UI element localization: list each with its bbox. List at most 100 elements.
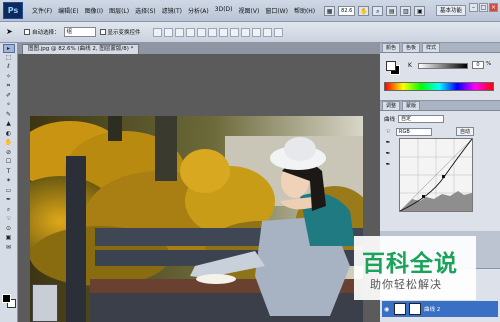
zoom-tool-icon[interactable]: ⌕ — [372, 5, 384, 16]
menu-item-6[interactable]: 分析(A) — [185, 6, 212, 15]
tool-18-icon[interactable]: ☜ — [3, 215, 15, 224]
distribute-bottom-icon[interactable] — [240, 27, 250, 37]
k-percent-label: % — [486, 61, 492, 67]
tool-10-icon[interactable]: ✋ — [3, 139, 15, 148]
hand-tool-icon[interactable]: ✋ — [358, 5, 370, 16]
align-bottom-icon[interactable] — [174, 27, 184, 37]
arrange-documents-icon[interactable]: ▥ — [400, 5, 412, 16]
layer-name[interactable]: 曲线 2 — [424, 305, 440, 313]
tool-16-icon[interactable]: ✒ — [3, 196, 15, 205]
move-tool-icon[interactable]: ➤ — [6, 26, 20, 38]
color-panel-tab-1[interactable]: 色板 — [402, 43, 421, 52]
tools-panel: ▸ ⬚ ℓ ✧ ⌗ ✐ ⚬ ✎ ▲ ◐ ✋ ⊘ ☐ T ✶ ▭ ✒ ⌕ ☜ ⊙ ▣ ✉ — [0, 43, 18, 322]
distribute-center-icon[interactable] — [262, 27, 272, 37]
document-tab-strip: 图图.jpg @ 82.6% (曲线 2, 图层蒙版/8) * — [18, 43, 380, 54]
channel-dropdown[interactable]: RGB — [396, 128, 432, 136]
tool-5-icon[interactable]: ✐ — [3, 92, 15, 101]
color-panel-tab-0[interactable]: 颜色 — [382, 43, 401, 52]
tool-9-icon[interactable]: ◐ — [3, 130, 15, 139]
watermark-title: 百科全说 — [362, 251, 458, 277]
screen-mode-icon[interactable]: ▣ — [414, 5, 426, 16]
adjustments-tab-1[interactable]: 蒙版 — [402, 101, 421, 110]
tool-8-icon[interactable]: ▲ — [3, 120, 15, 129]
tool-15-icon[interactable]: ▭ — [3, 187, 15, 196]
tool-13-icon[interactable]: T — [3, 168, 15, 177]
curves-preset-row: 曲线 自定 — [384, 115, 445, 123]
curves-preset-dropdown[interactable]: 自定 — [398, 115, 445, 123]
distribute-top-icon[interactable] — [218, 27, 228, 37]
adjustments-tab-0[interactable]: 调整 — [382, 101, 401, 110]
curves-tool-icons: ☜ ✒ ✒ ✒ — [384, 128, 394, 172]
tool-11-icon[interactable]: ⊘ — [3, 149, 15, 158]
eyedropper-white-icon[interactable]: ✒ — [384, 161, 392, 169]
tool-0-icon[interactable]: ▸ — [2, 44, 15, 53]
menu-item-7[interactable]: 3D(D) — [212, 6, 236, 15]
layer-mask-thumbnail[interactable] — [409, 303, 421, 315]
tool-20-icon[interactable]: ▣ — [3, 234, 15, 243]
align-buttons — [152, 27, 283, 37]
align-right-icon[interactable] — [207, 27, 217, 37]
distribute-middle-icon[interactable] — [229, 27, 239, 37]
distribute-right-icon[interactable] — [273, 27, 283, 37]
tool-19-icon[interactable]: ⊙ — [3, 225, 15, 234]
tool-6-icon[interactable]: ⚬ — [3, 101, 15, 110]
workspace-switcher[interactable]: 基本功能 — [435, 5, 466, 16]
tool-2-icon[interactable]: ℓ — [3, 63, 15, 72]
grid-icon[interactable]: ▤ — [386, 5, 398, 16]
zoom-level-field[interactable]: 82.6 — [338, 5, 356, 16]
menu-item-2[interactable]: 图像(I) — [82, 6, 106, 15]
k-channel-label: K — [408, 62, 412, 69]
menu-item-10[interactable]: 帮助(H) — [291, 6, 318, 15]
menu-item-1[interactable]: 编辑(E) — [55, 6, 81, 15]
align-left-icon[interactable] — [185, 27, 195, 37]
tool-7-icon[interactable]: ✎ — [3, 111, 15, 120]
align-top-icon[interactable] — [152, 27, 162, 37]
eyedropper-gray-icon[interactable]: ✒ — [384, 150, 392, 158]
menu-item-5[interactable]: 滤镜(T) — [159, 6, 185, 15]
auto-select-dropdown[interactable]: 组 — [63, 27, 96, 37]
auto-select-checkbox[interactable]: 自动选择： — [24, 28, 60, 36]
tool-3-icon[interactable]: ✧ — [3, 73, 15, 82]
distribute-left-icon[interactable] — [251, 27, 261, 37]
hand-adjust-icon[interactable]: ☜ — [384, 128, 392, 136]
menu-item-9[interactable]: 窗口(W) — [262, 6, 291, 15]
document-tab[interactable]: 图图.jpg @ 82.6% (曲线 2, 图层蒙版/8) * — [22, 44, 140, 54]
tool-12-icon[interactable]: ☐ — [3, 158, 15, 167]
menu-item-0[interactable]: 文件(F) — [29, 6, 55, 15]
foreground-color-swatch[interactable] — [2, 294, 11, 303]
color-panel-foreground-swatch[interactable] — [386, 61, 396, 71]
close-button[interactable]: × — [489, 3, 498, 12]
curves-graph[interactable] — [399, 138, 473, 212]
align-middle-icon[interactable] — [163, 27, 173, 37]
menu-item-3[interactable]: 图层(L) — [106, 6, 132, 15]
tool-21-icon[interactable]: ✉ — [3, 244, 15, 253]
auto-select-label: 自动选择： — [32, 30, 60, 36]
tool-14-icon[interactable]: ✶ — [3, 177, 15, 186]
layer-row-curves[interactable]: ◉ 曲线 2 — [382, 301, 498, 317]
eye-icon[interactable]: ◉ — [384, 306, 391, 313]
adjustments-panel: 调整 蒙版 曲线 自定 ☜ ✒ ✒ ✒ RGB 自动 — [380, 101, 500, 231]
k-value-field[interactable]: 0 — [472, 61, 484, 69]
tool-1-icon[interactable]: ⬚ — [3, 54, 15, 63]
color-panel-tab-2[interactable]: 样式 — [422, 43, 441, 52]
auto-button[interactable]: 自动 — [456, 127, 474, 136]
color-swatches[interactable] — [2, 294, 16, 308]
tool-4-icon[interactable]: ⌗ — [3, 82, 15, 91]
maximize-button[interactable]: □ — [479, 3, 488, 12]
bridge-icon[interactable]: ▦ — [324, 5, 336, 16]
curves-graph-svg — [399, 138, 473, 212]
menu-item-4[interactable]: 选择(S) — [132, 6, 159, 15]
color-panel: K 0 % — [380, 53, 500, 101]
canvas-area[interactable] — [18, 54, 380, 322]
tool-17-icon[interactable]: ⌕ — [3, 206, 15, 215]
photo-canvas[interactable] — [30, 116, 363, 322]
align-center-icon[interactable] — [196, 27, 206, 37]
eyedropper-black-icon[interactable]: ✒ — [384, 139, 392, 147]
minimize-button[interactable]: – — [469, 3, 478, 12]
menu-item-8[interactable]: 视图(V) — [236, 6, 263, 15]
color-spectrum[interactable] — [384, 82, 494, 91]
photoshop-window: Ps 文件(F) 编辑(E) 图像(I) 图层(L) 选择(S) 滤镜(T) 分析(A) 3D… — [0, 0, 500, 322]
show-transform-checkbox[interactable]: 显示变换控件 — [99, 28, 141, 36]
show-transform-label: 显示变换控件 — [107, 30, 141, 36]
k-slider[interactable] — [418, 63, 468, 69]
